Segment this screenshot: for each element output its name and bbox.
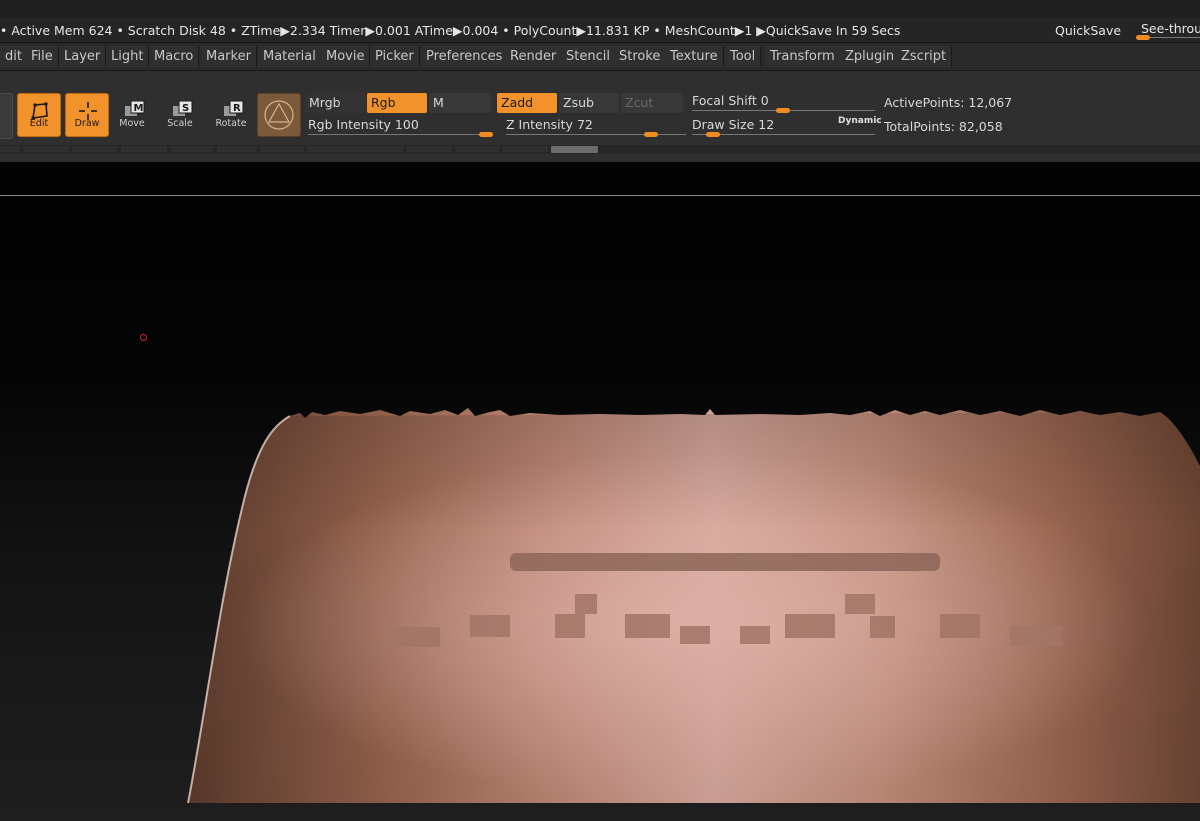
rgb-intensity-label: Rgb Intensity xyxy=(308,117,391,132)
shelf-edge-button[interactable] xyxy=(0,93,13,139)
scale-label: Scale xyxy=(167,118,193,129)
z-intensity-slider[interactable]: Z Intensity 72 xyxy=(506,117,593,132)
menu-tool[interactable]: Tool xyxy=(725,46,762,67)
focal-shift-value: 0 xyxy=(760,93,769,108)
draw-size-label: Draw Size xyxy=(692,117,755,132)
see-through-label: See-through xyxy=(1141,21,1200,36)
z-intensity-track xyxy=(506,134,686,135)
mrgb-toggle[interactable]: Mrgb xyxy=(305,93,365,113)
edit-button[interactable]: Edit xyxy=(17,93,61,137)
quicksave-button[interactable]: QuickSave xyxy=(1055,23,1121,38)
edit-label: Edit xyxy=(29,118,49,129)
rotate-icon: R xyxy=(224,100,244,116)
menu-render[interactable]: Render xyxy=(505,46,563,67)
focal-shift-knob[interactable] xyxy=(776,108,790,113)
draw-size-knob[interactable] xyxy=(706,132,720,137)
draw-button[interactable]: Draw xyxy=(65,93,109,137)
material-button[interactable] xyxy=(257,93,301,137)
draw-label: Draw xyxy=(74,118,100,129)
menu-macro[interactable]: Macro xyxy=(149,46,200,67)
menu-transform[interactable]: Transform xyxy=(765,46,841,67)
scroll-segment xyxy=(455,146,499,152)
scroll-segment xyxy=(260,146,304,152)
menu-edit[interactable]: dit xyxy=(0,46,28,67)
scroll-segment xyxy=(0,146,20,152)
zadd-toggle[interactable]: Zadd xyxy=(497,93,557,113)
menu-file[interactable]: File xyxy=(26,46,59,67)
draw-size-slider[interactable]: Draw Size 12 xyxy=(692,117,774,132)
rotate-button[interactable]: R Rotate xyxy=(209,93,253,137)
see-through-knob[interactable] xyxy=(1136,35,1150,40)
menu-stencil[interactable]: Stencil xyxy=(561,46,616,67)
move-key: M xyxy=(134,103,144,114)
scroll-segment xyxy=(72,146,118,152)
scroll-segment xyxy=(307,146,403,152)
z-intensity-label: Z Intensity xyxy=(506,117,573,132)
sculpt-model xyxy=(187,408,1200,804)
scroll-segment xyxy=(121,146,167,152)
focal-shift-slider[interactable]: Focal Shift 0 xyxy=(692,93,769,108)
active-points: ActivePoints: 12,067 xyxy=(884,95,1013,110)
scroll-thumb[interactable] xyxy=(551,146,598,153)
zsub-toggle[interactable]: Zsub xyxy=(559,93,619,113)
menu-zscript[interactable]: Zscript xyxy=(896,46,953,67)
draw-size-value: 12 xyxy=(758,117,775,132)
scroll-segment xyxy=(23,146,69,152)
zcut-toggle[interactable]: Zcut xyxy=(621,93,683,113)
menu-zplugin[interactable]: Zplugin xyxy=(840,46,901,67)
see-through-slider[interactable]: See-through xyxy=(1134,21,1200,41)
rgb-intensity-track xyxy=(308,134,493,135)
menu-movie[interactable]: Movie xyxy=(321,46,371,67)
menu-stroke[interactable]: Stroke xyxy=(614,46,667,67)
menu-picker[interactable]: Picker xyxy=(370,46,420,67)
rgb-intensity-slider[interactable]: Rgb Intensity 100 xyxy=(308,117,419,132)
scale-key: S xyxy=(182,103,189,114)
menu-material[interactable]: Material xyxy=(258,46,322,67)
menu-bar: dit File Layer Light Macro Marker Materi… xyxy=(0,42,1200,71)
rgb-toggle[interactable]: Rgb xyxy=(367,93,427,113)
z-intensity-knob[interactable] xyxy=(644,132,658,137)
status-bar: • Active Mem 624 • Scratch Disk 48 • ZTi… xyxy=(0,0,1200,42)
scroll-segment xyxy=(217,146,257,152)
scale-button[interactable]: S Scale xyxy=(158,93,202,137)
scroll-segment xyxy=(502,146,548,152)
z-intensity-value: 72 xyxy=(576,117,593,132)
material-sphere-icon xyxy=(264,100,294,130)
menu-marker[interactable]: Marker xyxy=(201,46,257,67)
focal-shift-label: Focal Shift xyxy=(692,93,757,108)
scroll-segment xyxy=(406,146,452,152)
dynamic-toggle[interactable]: Dynamic xyxy=(838,116,882,126)
rgb-intensity-value: 100 xyxy=(394,117,419,132)
rotate-key: R xyxy=(233,103,241,114)
rgb-intensity-knob[interactable] xyxy=(479,132,493,137)
scale-icon: S xyxy=(173,100,193,116)
rotate-label: Rotate xyxy=(215,118,247,129)
canvas-top-area xyxy=(0,162,1200,195)
status-line: • Active Mem 624 • Scratch Disk 48 • ZTi… xyxy=(0,23,901,38)
m-toggle[interactable]: M xyxy=(429,93,491,113)
title-strip xyxy=(0,0,1200,18)
scroll-segment xyxy=(170,146,214,152)
menu-texture[interactable]: Texture xyxy=(665,46,724,67)
menu-layer[interactable]: Layer xyxy=(59,46,107,67)
brush-cursor xyxy=(140,334,147,341)
blurred-text-band xyxy=(510,553,940,571)
move-icon: M xyxy=(125,100,145,116)
total-points: TotalPoints: 82,058 xyxy=(884,119,1003,134)
menu-light[interactable]: Light xyxy=(106,46,150,67)
menu-preferences[interactable]: Preferences xyxy=(421,46,509,67)
move-label: Move xyxy=(119,118,145,129)
move-button[interactable]: M Move xyxy=(110,93,154,137)
